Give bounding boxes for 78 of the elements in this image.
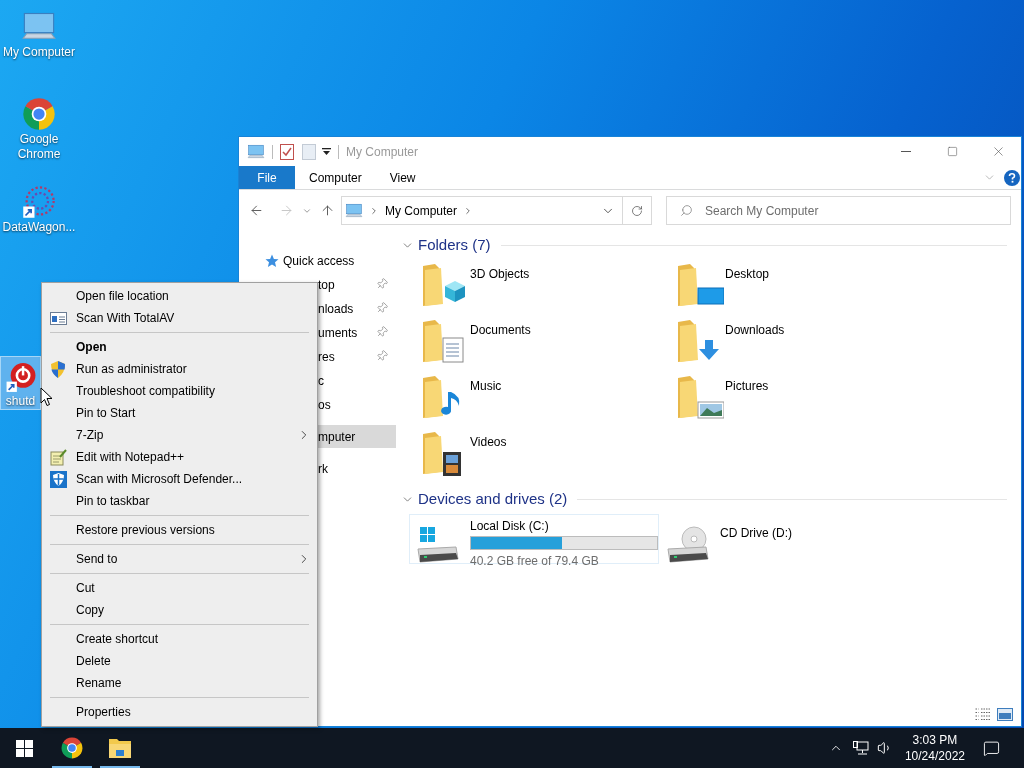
maximize-icon bbox=[946, 146, 958, 157]
hard-drive-icon bbox=[414, 525, 462, 565]
folder-item[interactable]: 3D Objects bbox=[421, 260, 676, 316]
cursor-icon bbox=[40, 387, 53, 407]
minimize-icon bbox=[901, 151, 911, 152]
menu-item[interactable]: Rename bbox=[42, 672, 317, 694]
shield-icon bbox=[50, 471, 67, 488]
group-header[interactable]: Devices and drives (2) bbox=[418, 487, 568, 511]
search-icon bbox=[680, 204, 693, 217]
menu-item[interactable]: Pin to Start bbox=[42, 402, 317, 424]
folder-item[interactable]: Music bbox=[421, 372, 676, 428]
folder-item[interactable]: Downloads bbox=[676, 316, 931, 372]
folder-item[interactable]: Videos bbox=[421, 428, 676, 484]
drive-name: Local Disk (C:) bbox=[470, 519, 550, 534]
desktop-icon-label: DataWagon... bbox=[2, 220, 76, 235]
window-icon bbox=[50, 312, 67, 325]
desktop-icon-label: Google Chrome bbox=[16, 132, 62, 162]
folder-name: Pictures bbox=[725, 378, 769, 395]
help-icon[interactable] bbox=[1004, 169, 1020, 186]
drive-item[interactable]: Local Disk (C:) 40.2 GB free of 79.4 GB bbox=[409, 514, 659, 564]
nav-item[interactable]: Quick access bbox=[239, 249, 396, 272]
large-icons-view-icon[interactable] bbox=[997, 707, 1013, 721]
folder-item[interactable]: Desktop bbox=[676, 260, 931, 316]
details-view-icon[interactable] bbox=[975, 707, 991, 721]
shield-icon bbox=[50, 361, 66, 378]
menu-item[interactable]: Properties bbox=[42, 701, 317, 723]
menu-item[interactable]: Edit with Notepad++ bbox=[42, 446, 317, 468]
drive-name: CD Drive (D:) bbox=[720, 525, 792, 541]
refresh-icon bbox=[631, 204, 643, 217]
menu-item[interactable]: Create shortcut bbox=[42, 628, 317, 650]
folder-name: 3D Objects bbox=[470, 266, 530, 283]
folder-name: Music bbox=[470, 378, 502, 395]
ribbon-tab[interactable]: View bbox=[375, 166, 430, 189]
menu-item[interactable]: Restore previous versions bbox=[42, 519, 317, 541]
spiral-icon bbox=[21, 184, 57, 220]
menu-item[interactable]: Scan with Microsoft Defender... bbox=[42, 468, 317, 490]
menu-item[interactable]: Delete bbox=[42, 650, 317, 672]
up-icon[interactable] bbox=[320, 203, 335, 218]
question-mark-icon bbox=[1008, 172, 1016, 183]
folder-name: Documents bbox=[470, 322, 531, 339]
menu-item[interactable]: Copy bbox=[42, 599, 317, 621]
chrome-icon bbox=[21, 96, 57, 132]
breadcrumb-separator-icon bbox=[369, 205, 379, 216]
refresh-button[interactable] bbox=[623, 196, 652, 225]
dropdown-icon[interactable] bbox=[322, 147, 331, 156]
checklist-icon[interactable] bbox=[280, 143, 294, 160]
menu-item[interactable]: Pin to taskbar bbox=[42, 490, 317, 512]
address-bar[interactable]: My Computer bbox=[341, 196, 623, 225]
ribbon-tab[interactable]: Computer bbox=[295, 166, 376, 189]
window-title: My Computer bbox=[346, 143, 419, 161]
computer-icon bbox=[247, 142, 265, 161]
folder-icon bbox=[108, 737, 132, 759]
clock-date: 10/24/2022 bbox=[904, 748, 965, 764]
folder-name: Videos bbox=[470, 434, 507, 451]
drive-item[interactable]: CD Drive (D:) bbox=[659, 514, 909, 564]
menu-item[interactable]: Send to bbox=[42, 548, 317, 570]
desktop-icon-label: shutd bbox=[5, 394, 36, 409]
clock[interactable]: 3:03 PM 10/24/2022 bbox=[900, 732, 969, 764]
breadcrumb[interactable]: My Computer bbox=[385, 201, 458, 220]
star-icon bbox=[265, 253, 279, 268]
cd-drive-icon bbox=[664, 525, 712, 565]
menu-item[interactable]: 7-Zip bbox=[42, 424, 317, 446]
folder-item[interactable]: Documents bbox=[421, 316, 676, 372]
menu-item[interactable]: Cut bbox=[42, 577, 317, 599]
folder-name: Desktop bbox=[725, 266, 770, 283]
network-icon[interactable] bbox=[852, 741, 869, 755]
clock-time: 3:03 PM bbox=[912, 732, 958, 748]
desktop-icon-label: My Computer bbox=[3, 45, 75, 60]
folder-name: Downloads bbox=[725, 322, 785, 339]
chrome-icon bbox=[60, 736, 84, 760]
computer-icon bbox=[345, 201, 363, 220]
group-header[interactable]: Folders (7) bbox=[418, 233, 491, 257]
search-field[interactable]: Search My Computer bbox=[666, 196, 1011, 225]
notepad-icon bbox=[50, 449, 67, 466]
notifications-icon[interactable] bbox=[983, 739, 1000, 757]
windows-logo-icon bbox=[15, 739, 33, 757]
back-icon[interactable] bbox=[249, 203, 264, 218]
folder-item[interactable]: Pictures bbox=[676, 372, 931, 428]
